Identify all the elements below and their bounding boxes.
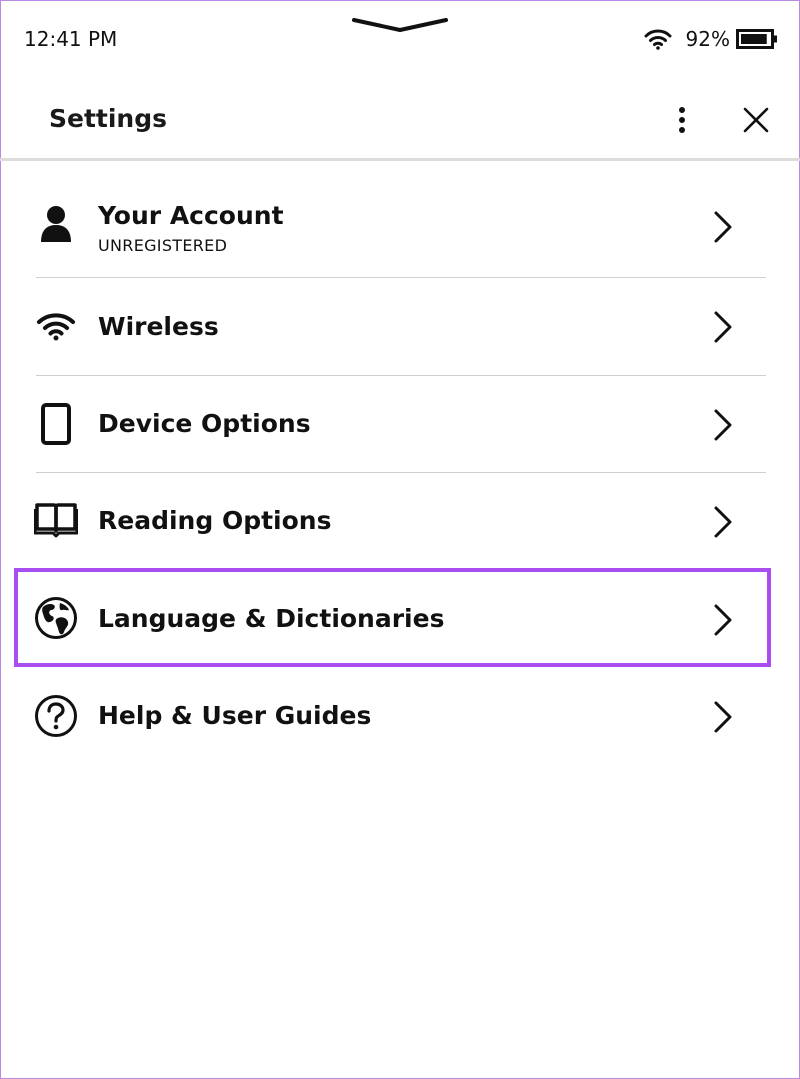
settings-item-label: Wireless	[98, 312, 219, 341]
wifi-icon	[34, 304, 78, 348]
person-icon	[34, 202, 78, 246]
open-book-icon	[34, 498, 78, 542]
more-vertical-icon	[679, 107, 685, 133]
wifi-icon	[644, 29, 672, 50]
chevron-right-icon	[714, 211, 732, 243]
status-bar: 12:41 PM 92%	[0, 0, 800, 78]
settings-item-label: Device Options	[98, 409, 311, 438]
close-button[interactable]	[734, 98, 778, 142]
account-status: UNREGISTERED	[98, 236, 228, 255]
battery-icon	[736, 29, 777, 49]
pull-down-handle-icon[interactable]	[350, 14, 450, 36]
settings-item-reading-options[interactable]: Reading Options	[0, 473, 800, 570]
settings-item-label: Language & Dictionaries	[98, 604, 445, 633]
globe-icon	[34, 596, 78, 640]
settings-item-label: Reading Options	[98, 506, 332, 535]
settings-item-device-options[interactable]: Device Options	[0, 376, 800, 473]
more-options-button[interactable]	[664, 98, 700, 142]
settings-item-help-user-guides[interactable]: Help & User Guides	[0, 667, 800, 764]
settings-item-label: Help & User Guides	[98, 701, 372, 730]
settings-item-label: Your Account	[98, 201, 284, 230]
settings-item-your-account[interactable]: Your Account UNREGISTERED	[0, 178, 800, 278]
help-icon	[34, 694, 78, 738]
chevron-right-icon	[714, 506, 732, 538]
settings-item-language-dictionaries[interactable]: Language & Dictionaries	[0, 570, 800, 667]
status-indicators: 92%	[644, 24, 778, 54]
settings-item-wireless[interactable]: Wireless	[0, 278, 800, 375]
chevron-right-icon	[714, 409, 732, 441]
tablet-icon	[34, 402, 78, 446]
page-title: Settings	[49, 104, 168, 133]
settings-header: Settings	[0, 80, 800, 161]
chevron-right-icon	[714, 604, 732, 636]
status-time: 12:41 PM	[24, 27, 118, 51]
chevron-right-icon	[714, 701, 732, 733]
battery-percent: 92%	[685, 27, 730, 51]
chevron-right-icon	[714, 311, 732, 343]
close-icon	[743, 107, 769, 133]
